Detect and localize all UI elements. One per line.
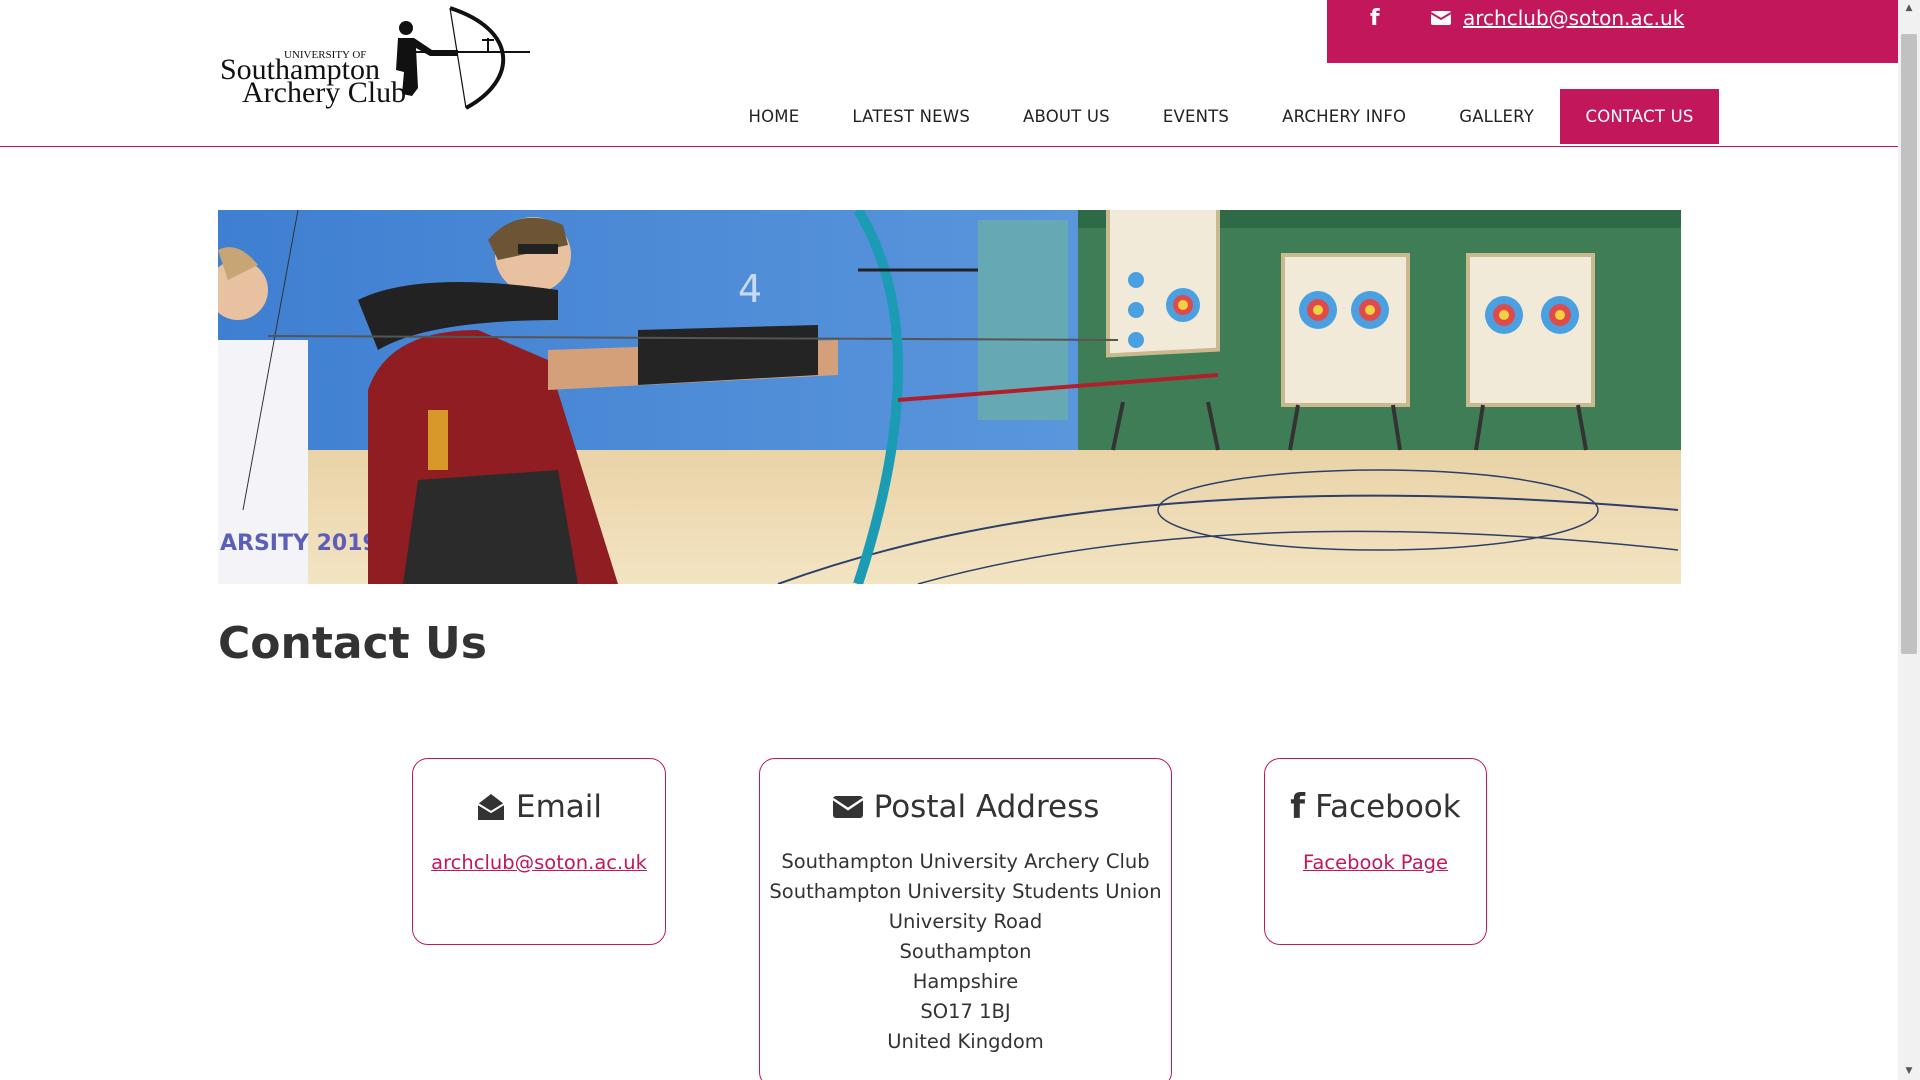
scroll-down-arrow-icon[interactable]: ▼ [1898, 1063, 1920, 1080]
hero-image: 4 ARSITY 2019 [218, 210, 1681, 584]
hero-lane-number: 4 [738, 267, 762, 311]
facebook-card: f Facebook Facebook Page [1264, 758, 1487, 945]
logo-line3: Archery Club [242, 76, 406, 109]
address-line: Southampton University Archery Club [781, 850, 1150, 873]
postal-address-lines: Southampton University Archery Club Sout… [760, 847, 1171, 1057]
nav-gallery[interactable]: GALLERY [1433, 89, 1561, 144]
address-line: Southampton University Students Union [769, 880, 1162, 903]
envelope-open-icon [477, 794, 505, 820]
nav-about-us[interactable]: ABOUT US [997, 89, 1137, 144]
club-logo[interactable]: UNIVERSITY OF Southampton Archery Club [218, 0, 530, 112]
envelope-icon [831, 796, 864, 818]
scroll-up-arrow-icon[interactable]: ▲ [1898, 0, 1920, 17]
nav-latest-news[interactable]: LATEST NEWS [826, 89, 997, 144]
email-card: Email archclub@soton.ac.uk [412, 758, 666, 945]
nav-events[interactable]: EVENTS [1136, 89, 1255, 144]
facebook-card-title: Facebook [1315, 789, 1461, 825]
scrollbar-thumb[interactable] [1901, 34, 1917, 654]
envelope-icon [1431, 11, 1451, 25]
postal-card-heading: Postal Address [760, 789, 1171, 825]
main-nav: HOME LATEST NEWS ABOUT US EVENTS ARCHERY… [722, 89, 1719, 144]
facebook-page-link[interactable]: Facebook Page [1303, 851, 1448, 874]
page-title: Contact Us [218, 618, 487, 669]
nav-contact-us[interactable]: CONTACT US [1560, 89, 1719, 144]
archery-hall-illustration: 4 ARSITY 2019 [218, 210, 1681, 584]
facebook-icon[interactable]: f [1370, 6, 1380, 31]
address-line: United Kingdom [887, 1030, 1044, 1053]
facebook-icon: f [1290, 787, 1306, 827]
page: UNIVERSITY OF Southampton Archery Club f… [0, 0, 1920, 1080]
archer-logo-graphic: UNIVERSITY OF Southampton Archery Club [220, 6, 530, 110]
top-contact-bar: f archclub@soton.ac.uk [1327, 0, 1898, 63]
email-card-heading: Email [413, 789, 665, 825]
hero-shirt-text: ARSITY 2019 [220, 531, 378, 556]
postal-address-card: Postal Address Southampton University Ar… [759, 758, 1172, 1080]
address-line: University Road [888, 910, 1043, 933]
address-line: Southampton [899, 940, 1032, 963]
facebook-card-heading: f Facebook [1265, 789, 1486, 825]
email-link[interactable]: archclub@soton.ac.uk [431, 851, 647, 874]
address-line: SO17 1BJ [920, 1000, 1011, 1023]
address-line: Hampshire [912, 970, 1019, 993]
postal-card-title: Postal Address [873, 789, 1100, 825]
site-header: UNIVERSITY OF Southampton Archery Club f… [0, 0, 1898, 147]
nav-archery-info[interactable]: ARCHERY INFO [1256, 89, 1433, 144]
nav-home[interactable]: HOME [722, 89, 826, 144]
email-card-title: Email [515, 789, 602, 825]
top-email-link[interactable]: archclub@soton.ac.uk [1463, 6, 1684, 30]
vertical-scrollbar[interactable]: ▲ ▼ [1898, 0, 1920, 1080]
